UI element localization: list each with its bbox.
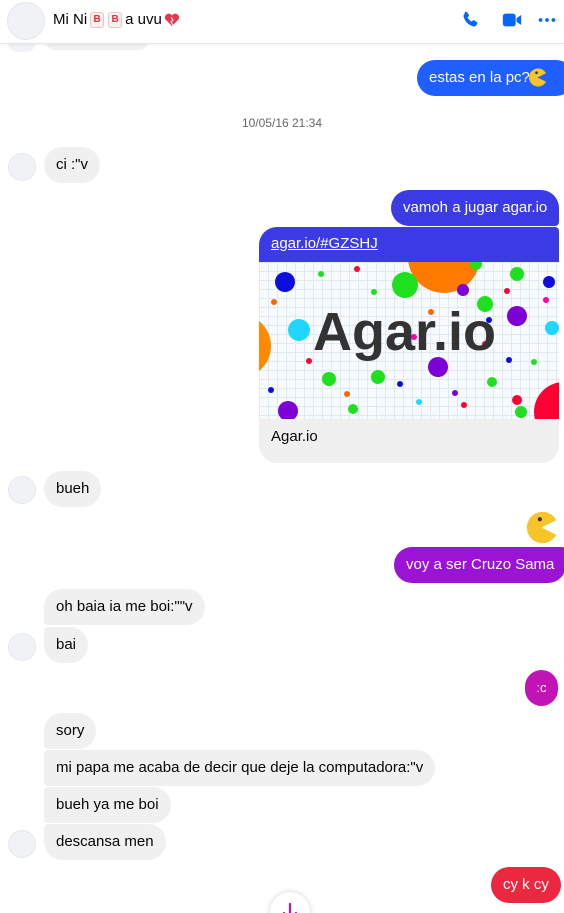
arrow-down-icon [282,902,298,913]
incoming-message[interactable]: ci :"v [44,147,100,183]
incoming-message[interactable]: bueh ya me boi [44,787,171,823]
outgoing-message[interactable]: voy a ser Cruzo Sama [394,547,564,583]
contact-avatar-small[interactable] [8,830,36,858]
pacman-emoji-icon [526,511,557,544]
more-icon[interactable] [536,9,558,31]
link-title: Agar.io [271,428,318,445]
incoming-message[interactable]: bai [44,627,89,663]
box-glyph: B [108,11,123,28]
incoming-message[interactable]: bueh [44,471,102,507]
outgoing-message[interactable]: cy k cy [491,867,561,903]
contact-avatar-small[interactable] [8,633,36,661]
heart-icon [164,13,179,26]
scroll-down-button[interactable] [270,892,310,913]
video-icon[interactable] [501,9,523,31]
outgoing-message[interactable]: :c [525,670,558,706]
box-glyph: B [90,11,105,28]
link-preview-card[interactable]: agar.io/#GZSHJ Agar.io Agar.io [259,227,559,463]
chat-header: Mi Ni B B a uvu [0,0,564,44]
contact-avatar-small[interactable] [8,153,36,181]
link-url[interactable]: agar.io/#GZSHJ [271,235,378,252]
phone-icon[interactable] [459,9,481,31]
link-preview-image: Agar.io [259,262,559,419]
incoming-message[interactable]: oh baia ia me boi:""v [44,589,205,625]
timestamp: 10/05/16 21:34 [241,116,323,130]
agar-logo-text: Agar.io [313,302,497,362]
incoming-message[interactable]: mi papa me acaba de decir que deje la co… [44,750,436,786]
pacman-emoji-icon [529,68,547,87]
contact-name[interactable]: Mi Ni B B a uvu [53,11,180,28]
incoming-message[interactable]: descansa men [44,824,166,860]
contact-avatar[interactable] [7,2,45,40]
incoming-message[interactable]: sory [44,713,97,749]
outgoing-message[interactable]: vamoh a jugar agar.io [391,190,560,226]
contact-avatar-small[interactable] [8,476,36,504]
